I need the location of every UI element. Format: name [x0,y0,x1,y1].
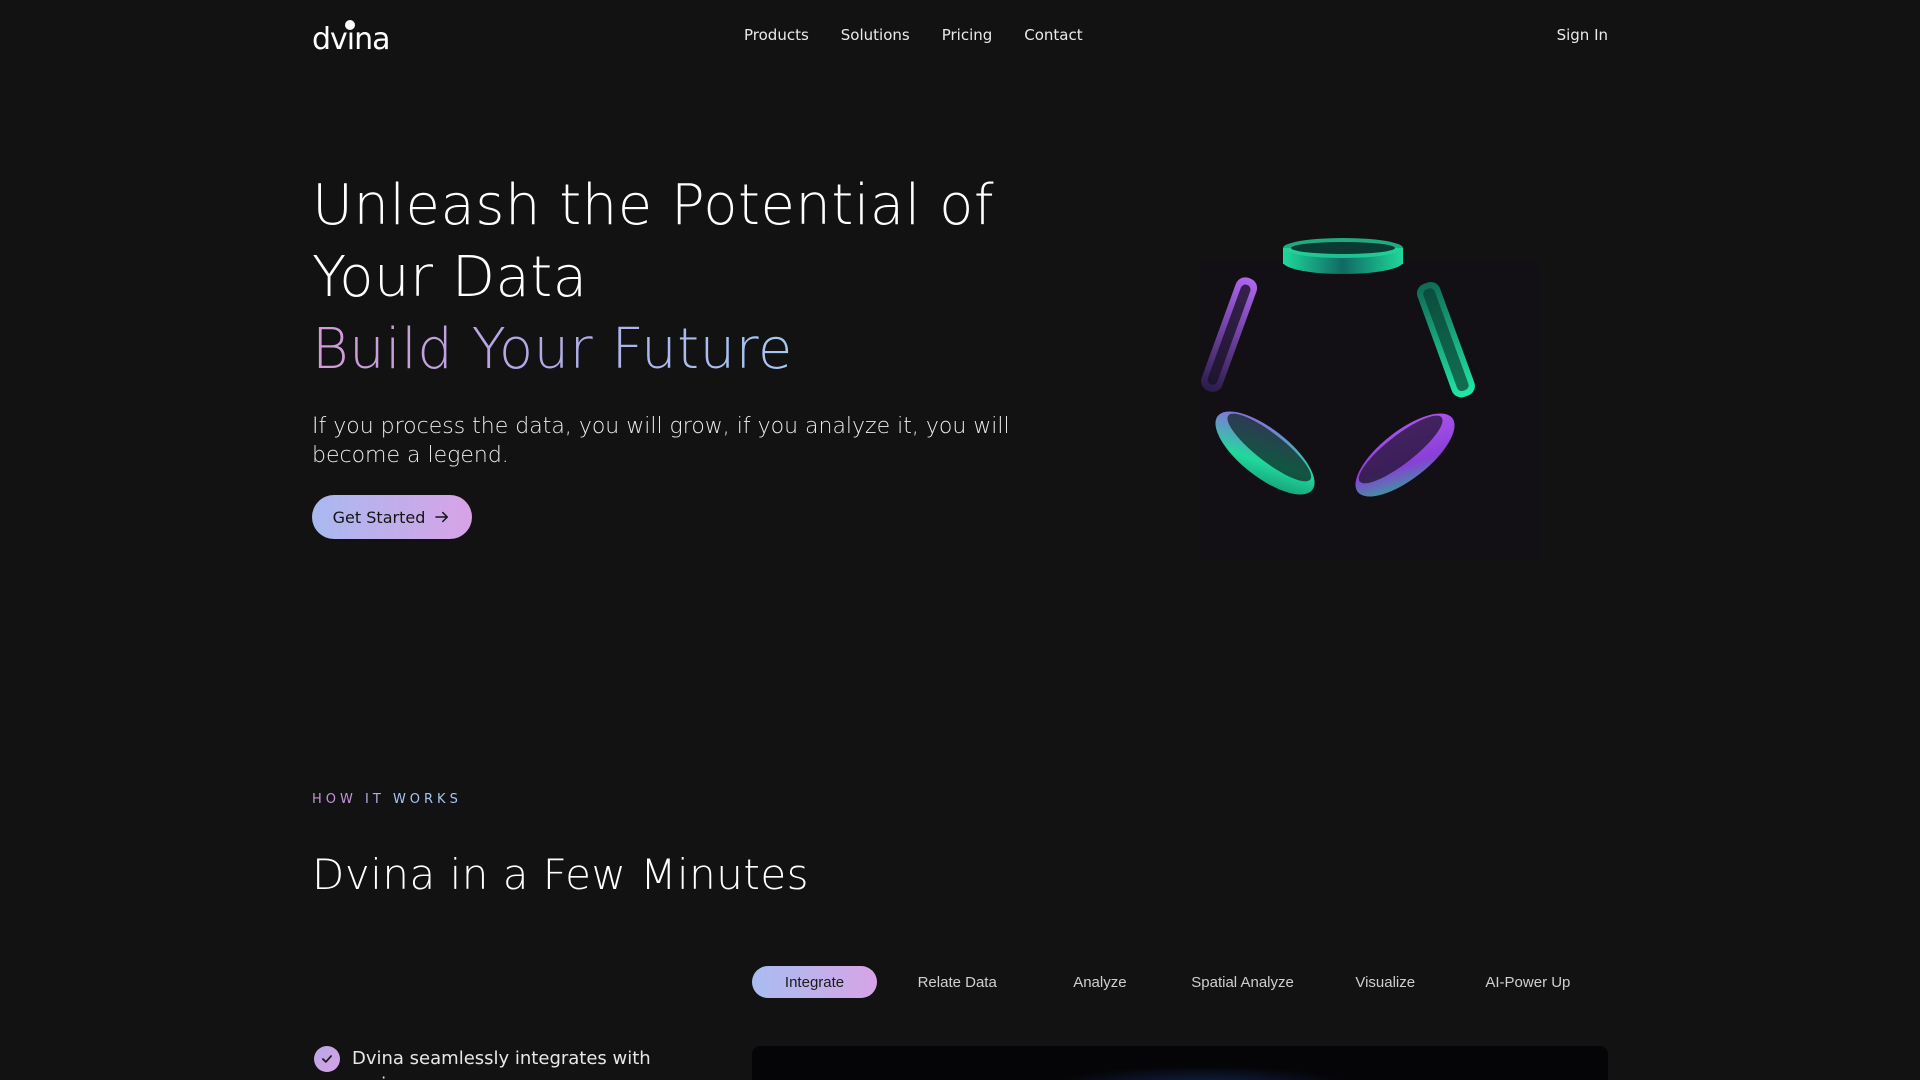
tab-integrate[interactable]: Integrate [752,966,878,998]
feature-preview-panel [752,1046,1608,1080]
ring-top [1283,238,1403,274]
sign-in-link[interactable]: Sign In [1557,26,1608,44]
nav-solutions[interactable]: Solutions [841,26,910,44]
feature-check-text: Dvina seamlessly integrates with various [352,1048,651,1080]
tab-spatial-analyze[interactable]: Spatial Analyze [1180,966,1305,998]
check-circle-icon [314,1046,340,1072]
hero-description: If you process the data, you will grow, … [312,414,1010,468]
feature-tabs: Integrate Relate Data Analyze Spatial An… [752,966,1608,998]
eyebrow-word: IT [365,792,385,807]
nav-pricing[interactable]: Pricing [942,26,993,44]
logo-dot [345,20,355,30]
hero-title: Unleash the Potential of Your Data [312,173,995,310]
eyebrow-word: HOW [312,792,357,807]
tab-ai-power-up[interactable]: AI-Power Up [1465,966,1590,998]
tab-visualize[interactable]: Visualize [1323,966,1448,998]
feature-check-item: Dvina seamlessly integrates with various [314,1046,692,1080]
nav-products[interactable]: Products [744,26,809,44]
tab-analyze[interactable]: Analyze [1037,966,1162,998]
hero-subtitle: Build Your Future [312,314,793,386]
main-nav: Products Solutions Pricing Contact [744,26,1083,44]
nav-contact[interactable]: Contact [1024,26,1082,44]
eyebrow-word: WORKS [392,792,462,807]
preview-glow [1052,1066,1352,1080]
site-header: dvina Products Solutions Pricing Contact… [0,0,1920,80]
get-started-label: Get Started [332,507,426,527]
get-started-button[interactable]: Get Started [312,495,472,539]
tab-relate-data[interactable]: Relate Data [895,966,1020,998]
how-it-works-eyebrow: HOW IT WORKS [312,792,462,807]
logo[interactable]: dvina [312,16,392,57]
section-title: Dvina in a Few Minutes [312,850,810,899]
hero-rings-illustration [1200,238,1540,560]
arrow-right-icon [435,511,449,523]
